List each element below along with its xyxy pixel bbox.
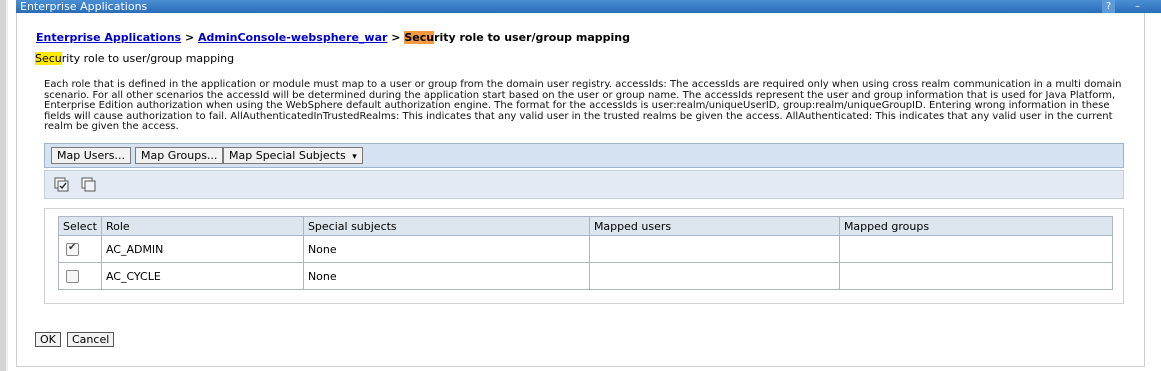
map-users-button[interactable]: Map Users... — [51, 147, 132, 164]
row-checkbox-ac-admin[interactable] — [66, 242, 79, 256]
mapped-users-cell — [588, 235, 840, 263]
col-select-header: Select — [58, 216, 102, 236]
window-left-border-inner — [6, 0, 8, 371]
selection-icon-bar — [44, 170, 1124, 199]
description-text: Each role that is defined in the applica… — [44, 79, 1122, 132]
ok-button[interactable]: OK — [35, 332, 61, 347]
minimize-button[interactable]: – — [1131, 0, 1144, 13]
subtitle-highlight: Secu — [35, 52, 62, 65]
map-groups-button[interactable]: Map Groups... — [135, 147, 224, 164]
help-button[interactable]: ? — [1102, 0, 1115, 13]
breadcrumb: Enterprise Applications > AdminConsole-w… — [36, 31, 630, 44]
breadcrumb-current: rity role to user/group mapping — [434, 31, 630, 44]
col-mapped-users-header: Mapped users — [588, 216, 840, 236]
table-row: AC_ADMIN None — [58, 235, 1113, 263]
table-header-row: Select Role Special subjects Mapped user… — [58, 216, 1113, 236]
special-subjects-cell: None — [302, 235, 590, 263]
select-all-icon[interactable] — [54, 177, 70, 193]
special-subjects-cell: None — [302, 262, 590, 290]
col-role-header: Role — [100, 216, 304, 236]
title-bar: Enterprise Applications ? – — [16, 0, 1161, 13]
role-cell: AC_CYCLE — [100, 262, 304, 290]
breadcrumb-separator: > — [181, 31, 198, 44]
window-title: Enterprise Applications — [20, 0, 148, 13]
map-special-subjects-label: Map Special Subjects — [229, 149, 346, 162]
mapped-groups-cell — [838, 262, 1113, 290]
role-cell: AC_ADMIN — [100, 235, 304, 263]
breadcrumb-app[interactable]: AdminConsole-websphere_war — [198, 31, 387, 44]
roles-table: Select Role Special subjects Mapped user… — [58, 216, 1113, 290]
breadcrumb-enterprise-applications[interactable]: Enterprise Applications — [36, 31, 181, 44]
select-cell — [58, 235, 102, 263]
table-row: AC_CYCLE None — [58, 262, 1113, 290]
mapped-users-cell — [588, 262, 840, 290]
row-checkbox-ac-cycle[interactable] — [66, 269, 79, 283]
col-special-subjects-header: Special subjects — [302, 216, 590, 236]
map-special-subjects-button[interactable]: Map Special Subjects ▾ — [223, 147, 363, 164]
chevron-down-icon: ▾ — [352, 152, 357, 162]
col-mapped-groups-header: Mapped groups — [838, 216, 1113, 236]
breadcrumb-current-highlight: Secu — [404, 31, 435, 44]
select-cell — [58, 262, 102, 290]
breadcrumb-separator: > — [387, 31, 405, 44]
deselect-all-icon[interactable] — [81, 177, 97, 193]
subtitle-text: rity role to user/group mapping — [61, 52, 235, 65]
mapped-groups-cell — [838, 235, 1113, 263]
page-subtitle: Security role to user/group mapping — [35, 52, 234, 65]
mapping-toolbar: Map Users... Map Groups... Map Special S… — [44, 143, 1124, 168]
cancel-button[interactable]: Cancel — [67, 332, 115, 347]
